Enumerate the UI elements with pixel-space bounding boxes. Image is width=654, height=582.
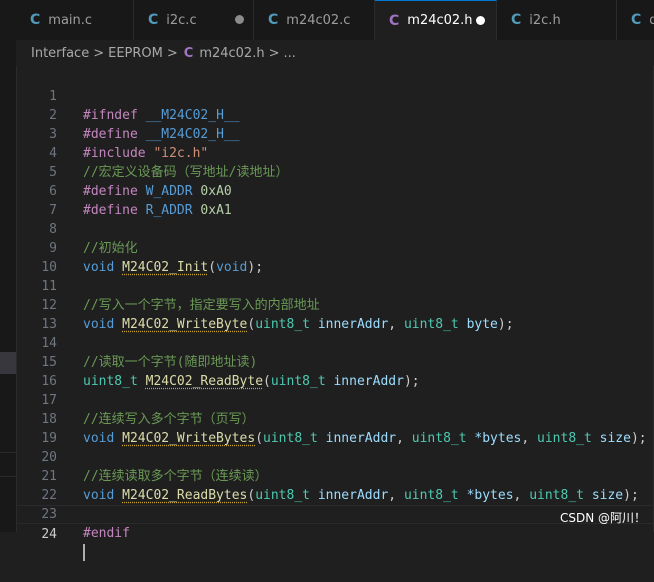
line-content: #endif xyxy=(83,526,130,541)
code-line: 5 #define W_ADDR 0xA0 xyxy=(16,144,654,199)
tab-label: main.c xyxy=(48,12,93,28)
tab-label: m24c02.h xyxy=(407,13,473,28)
editor-tab-bar: C main.c C i2c.c C m24c02.c C m24c02.h C… xyxy=(16,0,654,41)
c-file-icon: C xyxy=(148,12,159,28)
code-line: 9 void M24C02_Init(void); xyxy=(16,220,654,275)
code-line: 4 //宏定义设备码（写地址/读地址） xyxy=(16,125,654,180)
code-line: 15 uint8_t M24C02_ReadByte(uint8_t inner… xyxy=(16,334,654,389)
code-line: 11 //写入一个字节，指定要写入的内部地址 xyxy=(16,258,654,313)
code-line: 16 xyxy=(16,353,654,389)
watermark: CSDN @阿川！ xyxy=(559,511,646,525)
code-line: 2 #define __M24C02_H__ xyxy=(16,87,654,142)
tab-i2c-h[interactable]: C i2c.h xyxy=(497,0,617,40)
breadcrumb-item-eeprom[interactable]: EEPROM xyxy=(108,46,163,61)
code-line: 22 xyxy=(16,467,654,503)
code-line: 18 void M24C02_WriteBytes(uint8_t innerA… xyxy=(16,391,654,446)
chevron-right-icon: > xyxy=(166,45,178,61)
c-file-icon: C xyxy=(389,12,400,29)
code-line: 1 #ifndef __M24C02_H__ xyxy=(16,68,654,123)
code-line: 20 //连续读取多个字节（连续读） xyxy=(16,429,654,484)
tab-label: d xyxy=(649,13,654,28)
tab-label: m24c02.c xyxy=(286,12,351,28)
code-line: 13 xyxy=(16,296,654,332)
c-file-icon: C xyxy=(631,12,642,28)
code-line: 3 #include "i2c.h" xyxy=(16,106,654,161)
code-editor[interactable]: 1 #ifndef __M24C02_H__ 2 #define __M24C0… xyxy=(16,66,654,561)
code-line: 14 //读取一个字节(随即地址读) xyxy=(16,315,654,370)
breadcrumb-symbols[interactable]: ... xyxy=(284,46,296,61)
current-code-line: 24 xyxy=(16,505,654,561)
c-file-icon: C xyxy=(183,45,194,61)
code-line: 10 xyxy=(16,239,654,275)
breadcrumb-item-interface[interactable]: Interface xyxy=(31,46,89,61)
c-file-icon: C xyxy=(30,12,41,28)
chevron-right-icon: > xyxy=(93,45,105,61)
c-file-icon: C xyxy=(268,12,279,28)
selected-row-indicator xyxy=(0,352,16,374)
tab-m24c02-c[interactable]: C m24c02.c xyxy=(254,0,375,40)
tab-m24c02-h[interactable]: C m24c02.h xyxy=(375,0,497,40)
code-line: 23 #endif xyxy=(16,486,654,541)
tab-i2c-c[interactable]: C i2c.c xyxy=(134,0,254,40)
tab-label: i2c.h xyxy=(529,12,561,28)
line-number: 24 xyxy=(41,527,57,542)
text-cursor xyxy=(83,544,85,561)
tab-label: i2c.c xyxy=(166,12,197,28)
code-line: 6 #define R_ADDR 0xA1 xyxy=(16,163,654,218)
breadcrumb-item-file[interactable]: m24c02.h xyxy=(199,46,264,61)
code-line: 7 xyxy=(16,182,654,218)
code-line: 19 xyxy=(16,410,654,446)
chevron-right-icon: > xyxy=(268,45,280,61)
divider xyxy=(0,452,16,453)
tab-main-c[interactable]: C main.c xyxy=(16,0,134,40)
modified-dot-icon[interactable] xyxy=(476,16,485,25)
tab-overflow[interactable]: C d xyxy=(617,0,654,40)
code-line: 21 void M24C02_ReadBytes(uint8_t innerAd… xyxy=(16,448,654,503)
modified-dot-icon[interactable] xyxy=(235,15,244,24)
divider xyxy=(0,476,16,477)
code-line: 17 //连续写入多个字节（页写） xyxy=(16,372,654,427)
code-line: 8 //初始化 xyxy=(16,201,654,256)
c-file-icon: C xyxy=(511,12,522,28)
code-line: 12 void M24C02_WriteByte(uint8_t innerAd… xyxy=(16,277,654,332)
activity-strip xyxy=(0,0,17,532)
breadcrumb: Interface > EEPROM > C m24c02.h > ... xyxy=(16,40,654,66)
